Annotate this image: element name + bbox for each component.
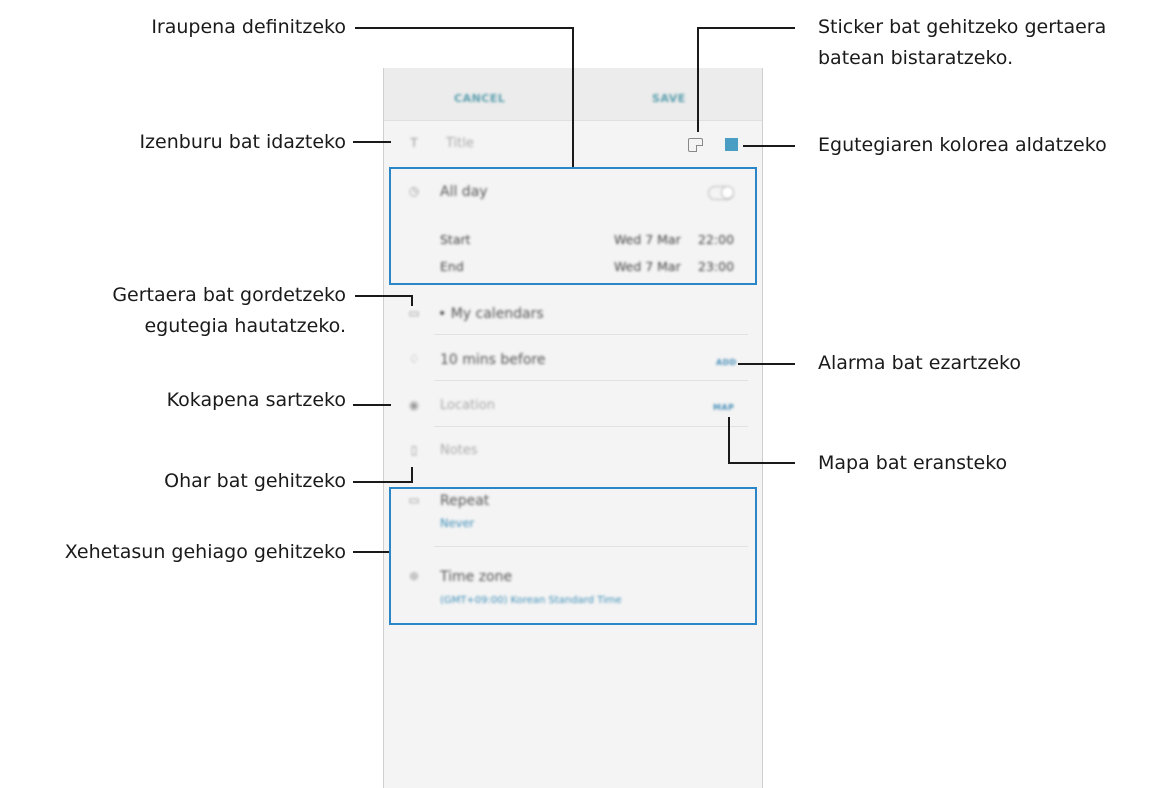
callout-details: Xehetasun gehiago gehitzeko [64, 541, 346, 563]
callout-calendar-line1: Gertaera bat gordetzeko [112, 284, 346, 306]
callout-sticker-line2: batean bistaratzeko. [818, 47, 1014, 69]
callout-location: Kokapena sartzeko [166, 389, 346, 411]
callout-map: Mapa bat eransteko [818, 452, 1008, 474]
callout-duration: Iraupena definitzeko [151, 16, 346, 38]
callout-title: Izenburu bat idazteko [139, 131, 346, 153]
callout-calendar-line2: egutegia hautatzeko. [144, 315, 346, 337]
callout-sticker-line1: Sticker bat gehitzeko gertaera [818, 16, 1107, 38]
callout-color: Egutegiaren kolorea aldatzeko [818, 134, 1107, 156]
callout-alarm: Alarma bat ezartzeko [818, 352, 1021, 374]
callout-notes: Ohar bat gehitzeko [164, 470, 346, 492]
